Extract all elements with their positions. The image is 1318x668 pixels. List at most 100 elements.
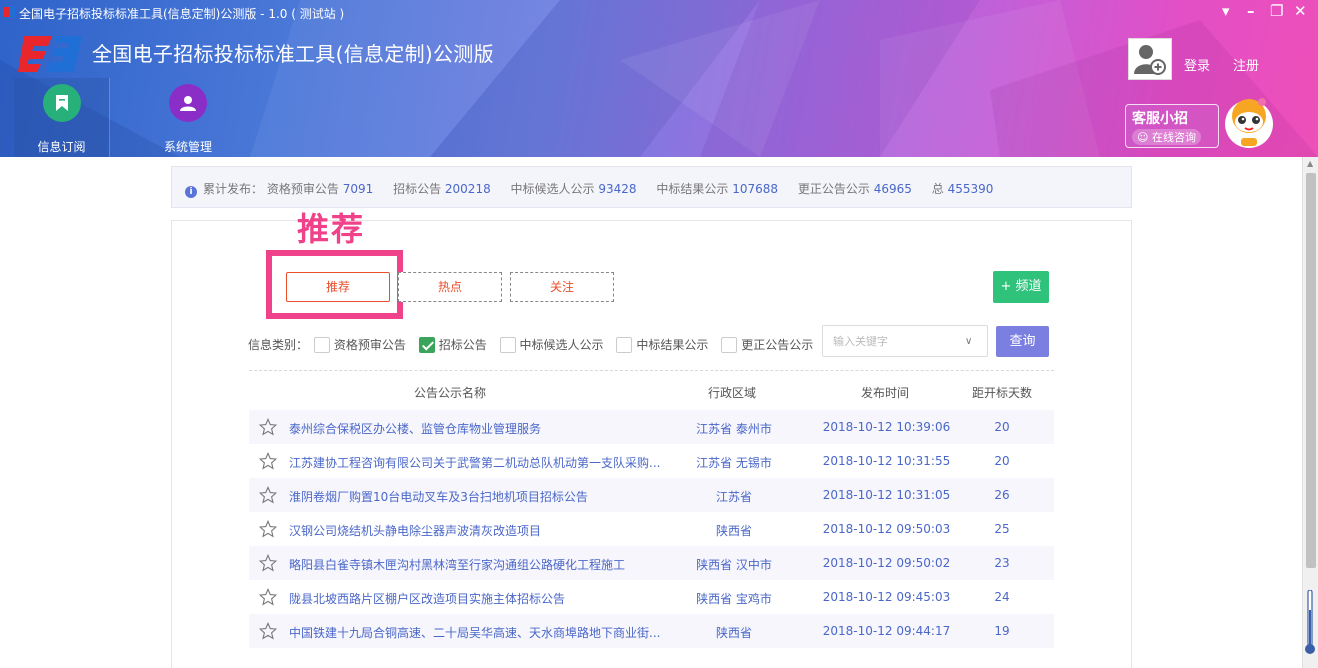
avatar[interactable]: [1128, 38, 1172, 80]
checkbox-checked[interactable]: [418, 337, 435, 353]
notice-name-link[interactable]: 汉钢公司烧结机头静电除尘器声波清灰改造项目: [289, 522, 541, 539]
table-row[interactable]: 淮阴卷烟厂购置10台电动叉车及3台扫地机项目招标公告 江苏省 2018-10-12 …: [249, 478, 1054, 512]
thermometer-icon: [1305, 590, 1315, 654]
header-date: 发布时间: [861, 386, 910, 400]
stats-item-label: 更正公告公示: [797, 182, 870, 196]
customer-service-button[interactable]: 客服小招 ☺ 在线咨询: [1125, 104, 1219, 148]
tab-follow[interactable]: 关注: [510, 272, 614, 302]
user-icon: [169, 84, 207, 122]
stats-item-value: 46965: [873, 182, 912, 196]
checkbox[interactable]: [499, 337, 516, 353]
login-link[interactable]: 登录: [1184, 55, 1210, 74]
filter-option-correction[interactable]: 更正公告公示: [721, 336, 813, 353]
annotation-label: 推荐: [297, 210, 366, 248]
star-icon[interactable]: [259, 588, 277, 606]
notice-name-link[interactable]: 泰州综合保税区办公楼、监管仓库物业管理服务: [289, 420, 541, 437]
star-icon[interactable]: [259, 486, 277, 504]
tab-recommend[interactable]: 推荐: [286, 272, 390, 302]
header-days: 距开标天数: [972, 386, 1033, 400]
filter-option-result[interactable]: 中标结果公示: [616, 336, 708, 353]
stats-item-label: 总: [931, 182, 944, 196]
stats-item-label: 中标候选人公示: [510, 182, 595, 196]
filter-option-prequalification[interactable]: 资格预审公告: [313, 336, 406, 353]
nav-tab-label: 系统管理: [163, 140, 212, 154]
chevron-down-icon[interactable]: ∨: [965, 336, 972, 347]
table-body: 泰州综合保税区办公楼、监管仓库物业管理服务 江苏省 泰州市 2018-10-12 1…: [249, 410, 1054, 648]
star-icon[interactable]: [259, 418, 277, 436]
notice-region: 江苏省 泰州市: [696, 422, 772, 436]
notice-date: 2018-10-12 09:45:03: [822, 590, 951, 604]
query-button[interactable]: 查询: [996, 326, 1049, 357]
notice-days: 23: [994, 556, 1010, 570]
scroll-up-icon[interactable]: ▲: [1307, 159, 1313, 168]
menu-dropdown-icon[interactable]: ▾: [1222, 2, 1230, 20]
scroll-thumb[interactable]: [1306, 173, 1316, 568]
bookmark-icon: [42, 84, 81, 122]
checkbox[interactable]: [721, 337, 738, 353]
register-link[interactable]: 注册: [1233, 55, 1259, 74]
app-title: 全国电子招标投标标准工具(信息定制)公测版: [92, 42, 494, 66]
notice-date: 2018-10-12 10:31:05: [822, 488, 951, 502]
add-channel-button[interactable]: + 频道: [993, 271, 1049, 303]
notice-name-link[interactable]: 略阳县白雀寺镇木匣沟村黑林湾至行家沟通组公路硬化工程施工: [289, 556, 625, 573]
filter-option-label: 中标候选人公示: [519, 338, 604, 352]
header-region: 行政区域: [708, 386, 757, 400]
app-logo-icon: [18, 36, 82, 72]
notice-days: 20: [994, 454, 1010, 468]
keyword-input[interactable]: [822, 325, 988, 357]
notice-region: 陕西省 宝鸡市: [696, 592, 772, 606]
nav-tab-subscription[interactable]: 信息订阅: [14, 78, 110, 157]
filter-option-label: 更正公告公示: [741, 338, 814, 352]
tab-hot[interactable]: 热点: [398, 272, 502, 302]
checkbox[interactable]: [313, 337, 330, 353]
minimize-icon[interactable]: –: [1247, 2, 1255, 20]
stats-item-label: 资格预审公告: [266, 182, 339, 196]
table-row[interactable]: 汉钢公司烧结机头静电除尘器声波清灰改造项目 陕西省 2018-10-12 09:50…: [249, 512, 1054, 546]
notice-days: 25: [994, 522, 1010, 536]
notice-days: 24: [994, 590, 1010, 604]
notice-name-link[interactable]: 陇县北坡西路片区棚户区改造项目实施主体招标公告: [289, 590, 565, 607]
notice-name-link[interactable]: 淮阴卷烟厂购置10台电动叉车及3台扫地机项目招标公告: [289, 488, 588, 505]
table-row[interactable]: 江苏建协工程咨询有限公司关于武警第二机动总队机动第一支队采购... 江苏省 无锡市…: [249, 444, 1054, 478]
stats-item-value: 93428: [598, 182, 637, 196]
star-icon[interactable]: [259, 622, 277, 640]
notice-region: 江苏省 无锡市: [696, 456, 772, 470]
header-name: 公告公示名称: [414, 386, 487, 400]
notice-table: 公告公示名称 行政区域 发布时间 距开标天数 泰州综合保税区办公楼、监管仓库物业…: [249, 370, 1054, 648]
notice-days: 19: [994, 624, 1010, 638]
nav-tab-system[interactable]: 系统管理: [140, 78, 236, 157]
filter-option-label: 中标结果公示: [636, 338, 709, 352]
table-row[interactable]: 略阳县白雀寺镇木匣沟村黑林湾至行家沟通组公路硬化工程施工 陕西省 汉中市 2018-…: [249, 546, 1054, 580]
notice-date: 2018-10-12 09:44:17: [822, 624, 951, 638]
star-icon[interactable]: [259, 520, 277, 538]
stats-item-value: 455390: [947, 182, 994, 196]
restore-icon[interactable]: ❐: [1270, 2, 1283, 20]
notice-days: 26: [994, 488, 1010, 502]
table-row[interactable]: 泰州综合保税区办公楼、监管仓库物业管理服务 江苏省 泰州市 2018-10-12 1…: [249, 410, 1054, 444]
filter-option-label: 招标公告: [438, 338, 487, 352]
table-row[interactable]: 中国铁建十九局合铜高速、二十局吴华高速、天水商埠路地下商业街... 陕西省 2018…: [249, 614, 1054, 648]
title-bar[interactable]: 全国电子招标投标标准工具(信息定制)公测版 - 1.0 ( 测试站 ) ▾ – …: [0, 0, 1318, 26]
notice-date: 2018-10-12 10:39:06: [822, 420, 951, 434]
notice-region: 陕西省: [715, 626, 752, 640]
table-row[interactable]: 陇县北坡西路片区棚户区改造项目实施主体招标公告 陕西省 宝鸡市 2018-10-12…: [249, 580, 1054, 614]
star-icon[interactable]: [259, 452, 277, 470]
nav-tab-label: 信息订阅: [37, 140, 86, 154]
consult-label: 在线咨询: [1151, 131, 1196, 144]
notice-name-link[interactable]: 中国铁建十九局合铜高速、二十局吴华高速、天水商埠路地下商业街...: [289, 624, 660, 641]
mascot-icon: [1225, 98, 1273, 148]
service-name: 客服小招: [1132, 111, 1188, 127]
stats-label: 累计发布：: [203, 182, 264, 196]
stats-item-label: 中标结果公示: [656, 182, 729, 196]
checkbox[interactable]: [616, 337, 633, 353]
star-icon[interactable]: [259, 554, 277, 572]
filter-option-label: 资格预审公告: [333, 338, 406, 352]
filter-option-tender[interactable]: 招标公告: [418, 336, 487, 353]
filter-option-candidate[interactable]: 中标候选人公示: [499, 336, 604, 353]
notice-region: 陕西省: [715, 524, 752, 538]
notice-name-link[interactable]: 江苏建协工程咨询有限公司关于武警第二机动总队机动第一支队采购...: [289, 454, 660, 471]
close-icon[interactable]: ✕: [1294, 2, 1307, 20]
stats-row: i 累计发布： 资格预审公告 7091 招标公告 200218 中标候选人公示 9…: [185, 180, 1009, 198]
info-icon: i: [185, 186, 197, 198]
online-consult-link[interactable]: ☺ 在线咨询: [1132, 129, 1201, 145]
